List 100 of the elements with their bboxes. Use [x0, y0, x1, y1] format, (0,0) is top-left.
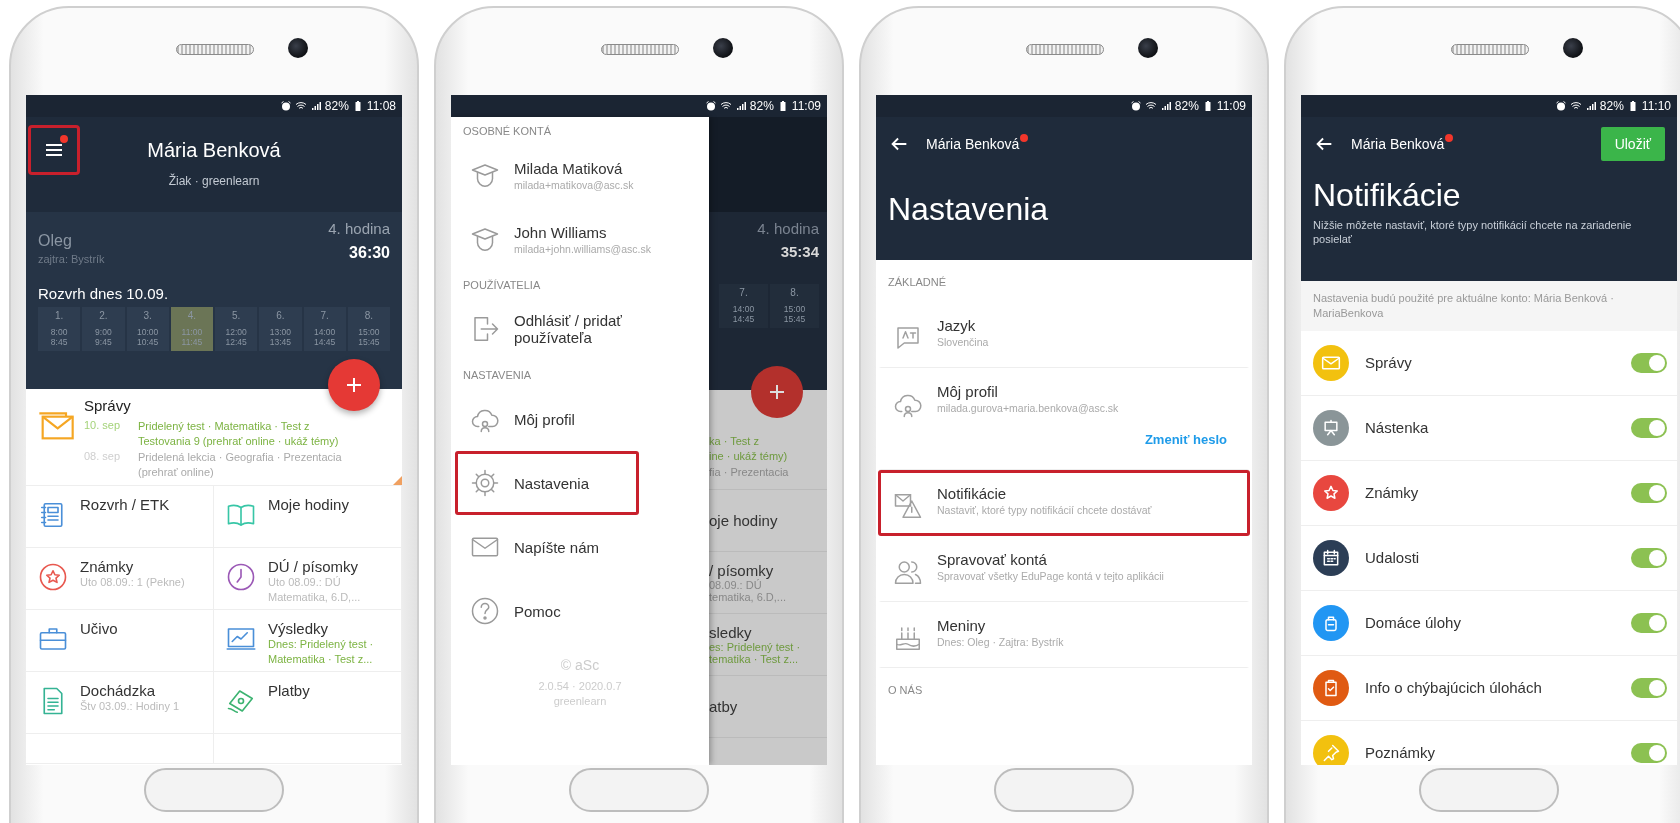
- tile[interactable]: Moje hodiny: [214, 486, 402, 549]
- menu-item[interactable]: Nastavenia: [455, 451, 639, 515]
- toggle-switch[interactable]: [1631, 417, 1667, 438]
- tile-subtitle: Uto 08.09.: 1 (Pekne): [80, 575, 185, 591]
- tile-title: Moje hodiny: [268, 496, 349, 514]
- item-title: Meniny: [937, 617, 987, 634]
- clock-time: 11:09: [1216, 99, 1246, 113]
- period-cell[interactable]: 6. 13:00 13:45: [259, 307, 302, 351]
- period-cell[interactable]: 5. 12:00 12:45: [215, 307, 258, 351]
- toggle-switch[interactable]: [1631, 742, 1667, 763]
- battery-percent: 82%: [324, 99, 349, 113]
- wifi-icon: [294, 100, 307, 112]
- item-title: Môj profil: [937, 383, 999, 400]
- period-cell[interactable]: 2. 9:00 9:45: [82, 307, 125, 351]
- tile[interactable]: Učivo: [26, 610, 214, 673]
- battery-percent: 82%: [1174, 99, 1199, 113]
- tile-subtitle: es: Pridelený test ·: [709, 641, 802, 653]
- toggle-label: Nástenka: [1365, 419, 1430, 437]
- account-name: Mária Benková: [926, 136, 1020, 152]
- toggle-label: Domáce úlohy: [1365, 614, 1462, 632]
- toggle-switch[interactable]: [1631, 612, 1667, 633]
- tile-title: Známky: [80, 558, 135, 576]
- period-time: 14:00: [314, 327, 336, 337]
- tile[interactable]: DÚ / písomky Uto 08.09.: DÚ Matematika, 6.D,...: [214, 548, 402, 611]
- help-icon: [470, 596, 500, 626]
- toggle-switch[interactable]: [1631, 352, 1667, 373]
- menu-button[interactable]: [28, 125, 80, 175]
- menu-item[interactable]: Môj profil: [455, 387, 705, 451]
- period-time: 9:00: [95, 327, 112, 337]
- period-number: 4.: [187, 310, 197, 321]
- clock-time: 11:09: [791, 99, 821, 113]
- menu-item[interactable]: Pomoc: [455, 579, 705, 643]
- settings-item[interactable]: Môj profil milada.gurova+maria.benkova@asc.sk Zmeniť heslo: [878, 368, 1250, 470]
- section-heading: ZÁKLADNÉ: [887, 275, 948, 290]
- period-number: 8.: [790, 287, 799, 298]
- toggle-switch[interactable]: [1631, 482, 1667, 503]
- period-time: 13:00: [269, 327, 291, 337]
- user-role: Žiak · greenlearn: [168, 174, 260, 188]
- wifi-icon: [719, 100, 732, 112]
- period-cell[interactable]: 7. 14:00 14:45: [303, 307, 346, 351]
- item-title: Milada Matiková: [514, 159, 624, 177]
- star-circle-icon: [38, 562, 68, 593]
- tile[interactable]: Rozvrh / ETK: [26, 486, 214, 549]
- period-time: 14:45: [732, 314, 755, 324]
- home-button[interactable]: [1419, 768, 1559, 812]
- item-title: Pomoc: [514, 602, 561, 620]
- settings-item[interactable]: Spravovať kontá Spravovať všetky EduPage kontá v tejto aplikácii: [878, 536, 1250, 602]
- tile[interactable]: Platby: [214, 672, 402, 735]
- section-heading: O NÁS: [887, 683, 924, 698]
- clock-time: 11:10: [1641, 99, 1671, 113]
- period-cell[interactable]: 3. 10:00 10:45: [126, 307, 169, 351]
- tile[interactable]: Známky Uto 08.09.: 1 (Pekne): [26, 548, 214, 611]
- period-number: 1.: [54, 310, 64, 321]
- tile-title: atby: [709, 698, 739, 715]
- battery-percent: 82%: [749, 99, 774, 113]
- settings-item[interactable]: Jazyk Slovenčina: [878, 302, 1250, 368]
- clock-time: 11:08: [366, 99, 396, 113]
- message-text: fia · Prezentacia: [709, 464, 790, 480]
- messages-title: Správy: [84, 397, 132, 414]
- toggle-label: Udalosti: [1365, 549, 1421, 567]
- period-time: 13:45: [269, 337, 291, 347]
- tile-subtitle: Štv 03.09.: Hodiny 1: [80, 699, 180, 715]
- item-title: Nastavenia: [514, 474, 590, 492]
- menu-item[interactable]: Napíšte nám: [455, 515, 705, 579]
- camera-lens: [713, 38, 733, 58]
- home-button[interactable]: [994, 768, 1134, 812]
- period-time: 10:45: [137, 337, 159, 347]
- item-subtitle: Nastaviť, ktoré typy notifikácií chcete dostávať: [937, 504, 1153, 516]
- settings-item[interactable]: Notifikácie Nastaviť, ktoré typy notifikácií chcete dostávať: [878, 470, 1250, 536]
- account-note: Nastavenia budú použité pre aktuálne konto: Mária Benková · MariaBenkova: [1301, 281, 1677, 331]
- period-time: 15:00: [783, 304, 806, 314]
- menu-item[interactable]: John Williams milada+john.williams@asc.sk: [455, 207, 705, 271]
- tile[interactable]: Dochádzka Štv 03.09.: Hodiny 1: [26, 672, 214, 735]
- alarm-icon: [1129, 100, 1142, 112]
- settings-item[interactable]: Meniny Dnes: Oleg · Zajtra: Bystrík: [878, 602, 1250, 668]
- period-time: 12:00: [225, 327, 247, 337]
- message-text: ka · Test z: [709, 434, 760, 449]
- menu-item[interactable]: Odhlásiť / pridať používateľa: [455, 297, 705, 361]
- tile[interactable]: Výsledky Dnes: Pridelený test · Matematika · Test z...: [214, 610, 402, 673]
- menu-item[interactable]: Milada Matiková milada+matikova@asc.sk: [455, 143, 705, 207]
- home-button[interactable]: [569, 768, 709, 812]
- corner-mark: [393, 476, 402, 486]
- home-button[interactable]: [144, 768, 284, 812]
- item-title: Notifikácie: [937, 485, 1008, 502]
- toggle-switch[interactable]: [1631, 547, 1667, 568]
- alarm-icon: [279, 100, 292, 112]
- period-cell[interactable]: 1. 8:00 8:45: [38, 307, 81, 351]
- lesson-countdown: 35:34: [780, 243, 819, 260]
- tile-title: DÚ / písomky: [268, 558, 359, 576]
- toggle-label: Poznámky: [1365, 744, 1437, 762]
- period-cell[interactable]: 8. 15:00 15:45: [347, 307, 390, 351]
- tile-title: sledky: [709, 624, 753, 641]
- add-button[interactable]: [328, 359, 380, 411]
- period-time: 15:45: [358, 337, 380, 347]
- item-subtitle: Spravovať všetky EduPage kontá v tejto aplikácii: [937, 570, 1165, 582]
- toggle-switch[interactable]: [1631, 677, 1667, 698]
- period-time: 10:00: [137, 327, 159, 337]
- period-number: 2.: [99, 310, 108, 321]
- item-title: Spravovať kontá: [937, 551, 1048, 568]
- page-description: Nižšie môžete nastaviť, ktoré typy notifikácií chcete na zariadenie posielať: [1313, 218, 1633, 247]
